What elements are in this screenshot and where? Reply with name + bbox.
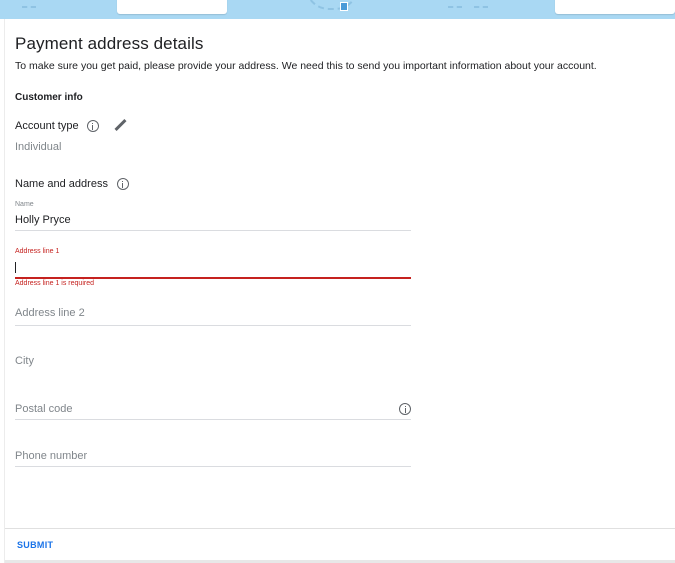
banner-dash <box>448 6 462 8</box>
page-left-edge <box>0 19 5 563</box>
page-title: Payment address details <box>15 34 204 53</box>
name-field-value[interactable]: Holly Pryce <box>15 214 71 226</box>
city-placeholder[interactable]: City <box>15 355 34 367</box>
phone-number-placeholder[interactable]: Phone number <box>15 450 87 462</box>
postal-code-underline <box>15 419 411 420</box>
phone-number-field[interactable]: Phone number <box>15 450 411 470</box>
name-field[interactable]: Name Holly Pryce <box>15 200 411 232</box>
account-type-label: Account type <box>15 120 79 132</box>
banner-card <box>555 0 675 14</box>
address-line-1-field[interactable]: Address line 1 Address line 1 is require… <box>15 248 411 288</box>
city-field[interactable]: City <box>15 355 411 375</box>
pencil-icon[interactable] <box>113 119 127 133</box>
banner-dash <box>474 6 488 8</box>
top-banner-decoration <box>0 0 675 19</box>
customer-info-heading: Customer info <box>15 92 83 103</box>
banner-arc <box>305 0 359 10</box>
address-line-2-field[interactable]: Address line 2 <box>15 307 411 327</box>
phone-number-underline <box>15 466 411 467</box>
address-line-1-underline-error <box>15 277 411 279</box>
account-type-value: Individual <box>15 141 62 153</box>
postal-code-field[interactable]: Postal code <box>15 403 411 423</box>
page-subtitle: To make sure you get paid, please provid… <box>15 60 597 72</box>
submit-button[interactable]: SUBMIT <box>17 540 53 550</box>
banner-card <box>117 0 227 14</box>
address-line-1-error-message: Address line 1 is required <box>15 280 94 287</box>
name-field-underline <box>15 230 411 231</box>
address-line-2-placeholder[interactable]: Address line 2 <box>15 307 85 319</box>
name-and-address-label: Name and address <box>15 178 108 190</box>
name-field-label: Name <box>15 201 34 208</box>
info-icon[interactable] <box>399 403 411 415</box>
banner-marker-icon <box>340 2 348 11</box>
banner-dash <box>22 6 36 8</box>
text-caret <box>15 262 16 273</box>
account-type-row: Account type <box>15 119 127 133</box>
address-line-2-underline <box>15 325 411 326</box>
info-icon[interactable] <box>116 178 129 190</box>
name-and-address-row: Name and address <box>15 177 129 191</box>
address-line-1-label: Address line 1 <box>15 248 60 255</box>
footer-divider <box>5 528 675 529</box>
info-icon[interactable] <box>86 120 99 132</box>
postal-code-placeholder[interactable]: Postal code <box>15 403 72 415</box>
